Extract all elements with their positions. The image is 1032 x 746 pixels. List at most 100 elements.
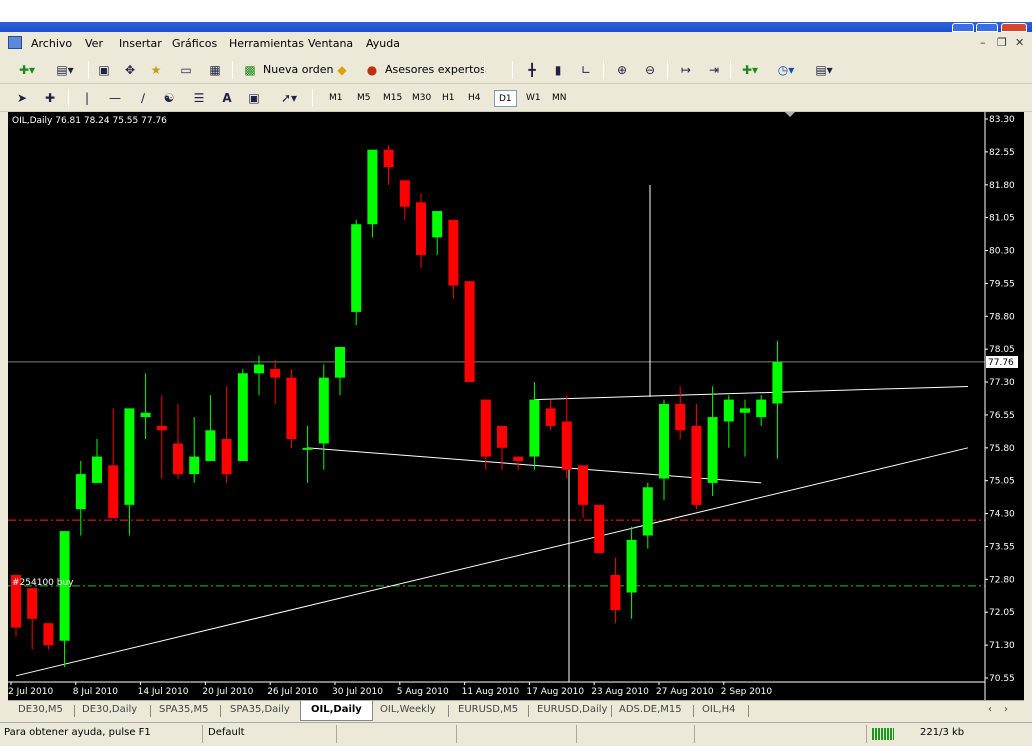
zoom-out-icon[interactable]: ⊖ (640, 60, 660, 80)
tester-icon[interactable]: ▦ (205, 60, 225, 80)
menu-graficos[interactable]: Gráficos (172, 37, 217, 50)
candle-body[interactable] (367, 149, 378, 225)
channel-icon[interactable]: ☯ (160, 88, 178, 108)
candle-body[interactable] (27, 588, 38, 619)
candle-body[interactable] (286, 377, 297, 440)
fibonacci-icon[interactable]: ☰ (190, 88, 208, 108)
templates-icon[interactable]: ▤▾ (810, 60, 838, 80)
tab-scroll-right-icon[interactable]: › (1004, 704, 1008, 715)
candle-body[interactable] (740, 408, 750, 413)
candle-body[interactable] (675, 403, 686, 431)
candle-body[interactable] (626, 539, 637, 593)
timeframe-m5[interactable]: M5 (353, 90, 375, 107)
trendline-icon[interactable]: ∕ (134, 88, 152, 108)
crosshair-icon[interactable]: ✚ (42, 88, 58, 108)
close-button[interactable] (1001, 23, 1027, 32)
timeframe-m1[interactable]: M1 (325, 90, 347, 107)
mdi-minimize-icon[interactable]: – (980, 36, 986, 49)
arrows-icon[interactable]: ➚▾ (276, 88, 302, 108)
metaeditor-icon[interactable]: ◆ (332, 60, 352, 80)
new-order-icon[interactable]: ▩ (240, 60, 260, 80)
favorites-icon[interactable]: ★ (146, 60, 166, 80)
mdi-restore-icon[interactable]: ❐ (997, 36, 1007, 49)
text-icon[interactable]: A (220, 88, 234, 108)
timeframe-h1[interactable]: H1 (438, 90, 459, 107)
tab-scroll-left-icon[interactable]: ‹ (988, 704, 992, 715)
tab-eurusd-m5[interactable]: EURUSD,M5 (458, 704, 518, 715)
candle-body[interactable] (237, 373, 248, 461)
candle-body[interactable] (578, 465, 588, 505)
expert-advisors-icon[interactable]: ● (362, 60, 382, 80)
new-order-button[interactable]: Nueva orden (263, 63, 334, 76)
candle-body[interactable] (561, 421, 572, 470)
candle-body[interactable] (335, 346, 345, 378)
timeframe-m30[interactable]: M30 (408, 90, 435, 107)
candle-body[interactable] (221, 439, 232, 475)
chart-shift-marker-icon[interactable] (785, 112, 795, 117)
candle-body[interactable] (529, 399, 540, 457)
candle-body[interactable] (594, 504, 605, 554)
indicators-icon[interactable]: ✚▾ (736, 60, 764, 80)
timeframe-mn[interactable]: MN (548, 90, 571, 107)
candle-body[interactable] (642, 487, 653, 536)
candle-body[interactable] (75, 474, 86, 510)
candle-body[interactable] (756, 399, 767, 418)
tab-oil-daily[interactable]: OIL,Daily (300, 701, 373, 721)
candle-body[interactable] (659, 403, 669, 479)
candle-body[interactable] (173, 443, 183, 475)
terminal-icon[interactable]: ▭ (176, 60, 196, 80)
candle-body[interactable] (399, 180, 410, 207)
app-icon[interactable] (8, 36, 22, 49)
candle-body[interactable] (480, 399, 491, 457)
candle-body[interactable] (416, 202, 426, 255)
candle-body[interactable] (464, 281, 475, 383)
tab-oil-weekly[interactable]: OIL,Weekly (380, 704, 436, 715)
chart-canvas[interactable]: 83.30 82.55 81.80 81.05 80.30 79.55 78.80 78.05… (8, 112, 1024, 700)
tab-eurusd-daily[interactable]: EURUSD,Daily (537, 704, 607, 715)
horizontal-line-icon[interactable]: — (106, 88, 124, 108)
candle-body[interactable] (189, 456, 200, 475)
vertical-line-icon[interactable]: | (80, 88, 94, 108)
trendline[interactable] (534, 385, 969, 401)
menu-insertar[interactable]: Insertar (119, 37, 162, 50)
price-chart[interactable]: 83.30 82.55 81.80 81.05 80.30 79.55 78.80 78.05… (8, 112, 1024, 700)
market-watch-icon[interactable]: ▣ (94, 60, 114, 80)
candle-body[interactable] (707, 417, 718, 483)
candle-body[interactable] (92, 456, 102, 483)
candle-body[interactable] (432, 211, 443, 238)
navigator-icon[interactable]: ✥ (120, 60, 140, 80)
new-chart-icon[interactable]: ✚▾ (12, 60, 42, 80)
candle-body[interactable] (351, 224, 362, 312)
candle-body[interactable] (270, 368, 281, 378)
tab-de30-m5[interactable]: DE30,M5 (18, 704, 63, 715)
candle-body[interactable] (318, 377, 329, 444)
chart-shift-icon[interactable]: ⇥ (704, 60, 724, 80)
mdi-close-icon[interactable]: ✕ (1015, 36, 1024, 49)
line-chart-icon[interactable]: ∟ (576, 60, 596, 80)
periodicity-icon[interactable]: ◷▾ (772, 60, 800, 80)
tab-de30-daily[interactable]: DE30,Daily (82, 704, 137, 715)
timeframe-w1[interactable]: W1 (522, 90, 545, 107)
candle-body[interactable] (124, 408, 135, 505)
auto-scroll-icon[interactable]: ↦ (676, 60, 696, 80)
cursor-icon[interactable]: ➤ (14, 88, 30, 108)
candle-body[interactable] (156, 425, 167, 431)
expert-advisors-button[interactable]: Asesores expertos (385, 63, 486, 76)
candle-body[interactable] (43, 623, 54, 646)
candle-body[interactable] (254, 364, 264, 374)
minimize-button[interactable] (952, 23, 974, 32)
profiles-icon[interactable]: ▤▾ (50, 60, 80, 80)
candlestick-icon[interactable]: ▮ (548, 60, 568, 80)
menu-archivo[interactable]: Archivo (31, 37, 72, 50)
tab-oil-h4[interactable]: OIL,H4 (702, 704, 735, 715)
menu-ver[interactable]: Ver (85, 37, 103, 50)
connection-status-icon[interactable] (872, 728, 894, 740)
label-icon[interactable]: ▣ (246, 88, 262, 108)
timeframe-d1[interactable]: D1 (494, 90, 517, 107)
candle-body[interactable] (772, 361, 783, 404)
tab-ads-de-m15[interactable]: ADS.DE,M15 (619, 704, 682, 715)
menu-ayuda[interactable]: Ayuda (366, 37, 400, 50)
candle-body[interactable] (610, 574, 621, 611)
candle-body[interactable] (448, 219, 459, 286)
menu-ventana[interactable]: Ventana (308, 37, 353, 50)
